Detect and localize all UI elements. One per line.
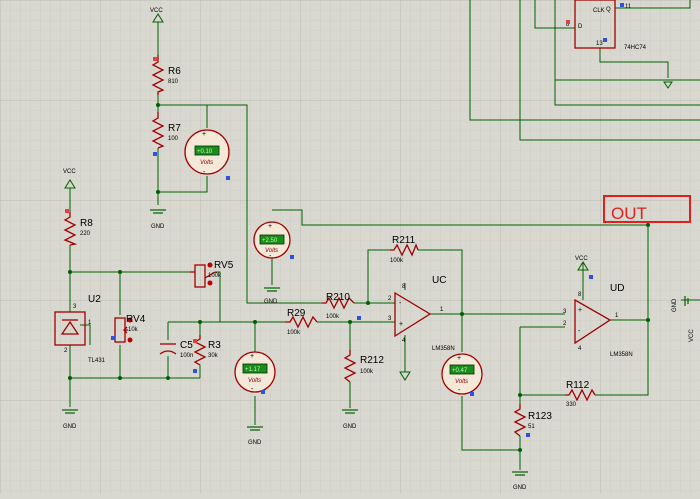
svg-text:+: + [268,223,272,230]
svg-text:GND: GND [264,299,278,305]
svg-text:30k: 30k [208,353,219,359]
svg-text:R6: R6 [168,66,181,77]
grid-background [0,0,700,494]
svg-text:100k: 100k [287,330,301,336]
svg-text:OUT: OUT [611,204,647,223]
svg-text:LM358N: LM358N [432,346,455,352]
svg-text:GND: GND [513,485,527,491]
svg-text:VCC: VCC [689,329,695,342]
svg-text:+: + [250,353,254,360]
svg-text:Volts: Volts [248,378,261,384]
svg-text:Volts: Volts [200,160,213,166]
svg-text:100k: 100k [208,273,222,279]
svg-text:RV4: RV4 [126,314,146,325]
svg-text:GND: GND [248,440,262,446]
svg-text:TL431: TL431 [88,358,106,364]
svg-text:VCC: VCC [150,8,163,14]
rv5-adjust-knob[interactable] [207,262,213,268]
rv4-adjust-knob[interactable] [127,337,133,343]
svg-text:10k: 10k [128,327,139,333]
svg-text:100k: 100k [390,258,404,264]
svg-text:GND: GND [151,224,165,230]
svg-text:11: 11 [625,4,632,10]
svg-text:R210: R210 [326,292,350,303]
svg-text:+: + [457,355,461,362]
svg-text:R212: R212 [360,355,384,366]
svg-text:R29: R29 [287,308,306,319]
svg-text:810: 810 [168,79,179,85]
svg-text:+0.47: +0.47 [452,368,468,374]
svg-text:R211: R211 [392,235,416,246]
svg-text:VCC: VCC [63,169,76,175]
svg-text:Volts: Volts [265,248,278,254]
svg-text:RV5: RV5 [214,260,234,271]
svg-text:13: 13 [596,41,603,47]
svg-text:LM358N: LM358N [610,352,633,358]
svg-text:+2.50: +2.50 [262,238,278,244]
svg-text:R3: R3 [208,340,221,351]
schematic-canvas: VCC VCC VCC GND GND GND GND GND GND R6 8… [0,0,700,494]
svg-text:R123: R123 [528,411,552,422]
svg-text:+0.10: +0.10 [197,149,213,155]
svg-text:CLK: CLK [593,8,605,14]
svg-text:100: 100 [168,136,179,142]
svg-text:R8: R8 [80,218,93,229]
svg-text:UC: UC [432,275,446,286]
svg-text:GND: GND [343,424,357,430]
svg-text:GND: GND [672,298,678,312]
svg-text:R7: R7 [168,123,181,134]
svg-text:C5: C5 [180,340,193,351]
svg-text:74HC74: 74HC74 [624,45,647,51]
svg-text:100n: 100n [180,353,193,359]
svg-text:VCC: VCC [575,256,588,262]
svg-text:R112: R112 [566,380,590,391]
svg-text:D: D [578,24,583,30]
svg-text:+: + [578,307,582,314]
svg-text:100k: 100k [360,369,374,375]
rv5-adjust-knob[interactable] [207,280,213,286]
svg-text:+: + [202,131,206,138]
svg-text:+: + [399,321,403,328]
svg-text:U2: U2 [88,294,101,305]
svg-text:Volts: Volts [455,379,468,385]
svg-text:220: 220 [80,231,91,237]
svg-text:51: 51 [528,424,535,430]
svg-text:+1.17: +1.17 [245,367,261,373]
svg-text:GND: GND [63,424,77,430]
voltmeter-3[interactable]: +1.17 Volts + - [234,351,276,393]
svg-text:330: 330 [566,402,577,408]
svg-text:100k: 100k [326,314,340,320]
svg-text:UD: UD [610,283,624,294]
voltmeter-4[interactable]: +0.47 Volts + - [441,353,483,395]
svg-text:Q: Q [606,7,611,13]
schematic-svg: VCC VCC VCC GND GND GND GND GND GND R6 8… [0,0,700,494]
